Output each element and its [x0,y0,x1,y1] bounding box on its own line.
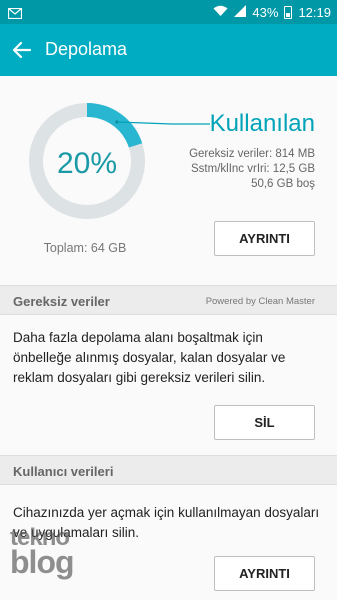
user-section-header: Kullanıcı verileri [0,455,337,485]
page-title: Depolama [45,39,128,59]
free-size: 50,6 GB boş [251,178,315,190]
user-header-title: Kullanıcı verileri [13,464,114,479]
total-storage: Toplam: 64 GB [43,241,127,255]
storage-detail-button[interactable]: AYRINTI [214,221,315,256]
used-title: Kullanılan [209,110,315,137]
delete-junk-button[interactable]: SİL [214,405,315,440]
battery-percent: 43% [252,4,279,20]
status-bar: 43% 12:19 [0,0,337,24]
user-detail-button[interactable]: AYRINTI [214,556,315,591]
junk-header-title: Gereksiz veriler [13,294,110,309]
app-bar: Depolama [0,24,337,76]
teknoblog-watermark: tekno blog [10,526,75,580]
watermark-bottom: blog [10,544,75,580]
powered-by-label: Powered by Clean Master [205,296,315,307]
usage-stats: Gereksiz veriler: 814 MB Sstm/klInc vrIr… [189,147,315,192]
system-size: Sstm/klInc vrIri: 12,5 GB [191,163,315,175]
storage-summary: 20% Kullanılan Gereksiz veriler: 814 MB … [0,76,337,285]
junk-section-header: Gereksiz veriler Powered by Clean Master [0,285,337,315]
clock: 12:19 [298,4,331,20]
junk-description: Daha fazla depolama alanı boşaltmak için… [13,330,286,385]
wifi-icon [213,5,228,20]
junk-size: Gereksiz veriler: 814 MB [189,148,315,160]
battery-icon [284,5,293,19]
mail-icon [7,6,23,24]
signal-icon [234,4,247,20]
back-arrow-icon[interactable] [10,38,34,62]
